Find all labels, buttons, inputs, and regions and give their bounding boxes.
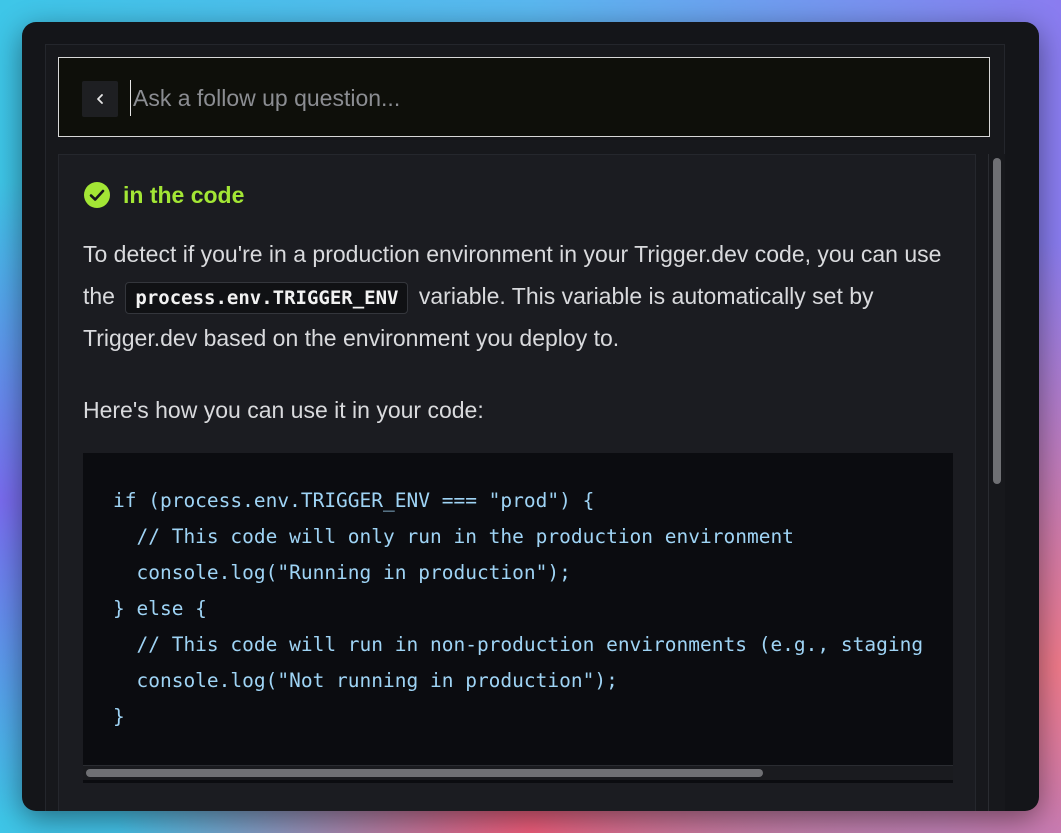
follow-up-input[interactable] [130, 80, 960, 116]
code-block: if (process.env.TRIGGER_ENV === "prod") … [83, 453, 953, 783]
code-line: if (process.env.TRIGGER_ENV === "prod") … [113, 489, 595, 512]
chevron-left-icon [97, 94, 103, 104]
code-line: // This code will only run in the produc… [113, 525, 794, 548]
answer-vertical-scrollbar[interactable] [988, 154, 1005, 811]
code-line: } [113, 705, 125, 728]
answer-heading: in the code [83, 181, 244, 209]
answer-paragraph-2: Here's how you can use it in your code: [83, 397, 484, 423]
answer-vertical-scrollbar-thumb[interactable] [993, 158, 1001, 484]
answer-panel: in the code To detect if you're in a pro… [58, 154, 976, 811]
answer-paragraph-1: To detect if you're in a production envi… [83, 233, 943, 359]
code-horizontal-scrollbar[interactable] [83, 765, 953, 780]
chat-window: in the code To detect if you're in a pro… [22, 22, 1039, 811]
answer-heading-text: in the code [123, 181, 245, 208]
code-line: // This code will run in non-production … [113, 633, 924, 656]
follow-up-search-box [58, 57, 990, 137]
code-content: if (process.env.TRIGGER_ENV === "prod") … [113, 483, 923, 735]
inline-code-trigger-env: process.env.TRIGGER_ENV [125, 281, 409, 314]
code-line: console.log("Running in production"); [113, 561, 571, 584]
code-line: } else { [113, 597, 207, 620]
check-circle-icon [84, 182, 110, 208]
code-line: console.log("Not running in production")… [113, 669, 618, 692]
code-horizontal-scrollbar-thumb[interactable] [86, 769, 763, 777]
back-button[interactable] [82, 81, 118, 117]
